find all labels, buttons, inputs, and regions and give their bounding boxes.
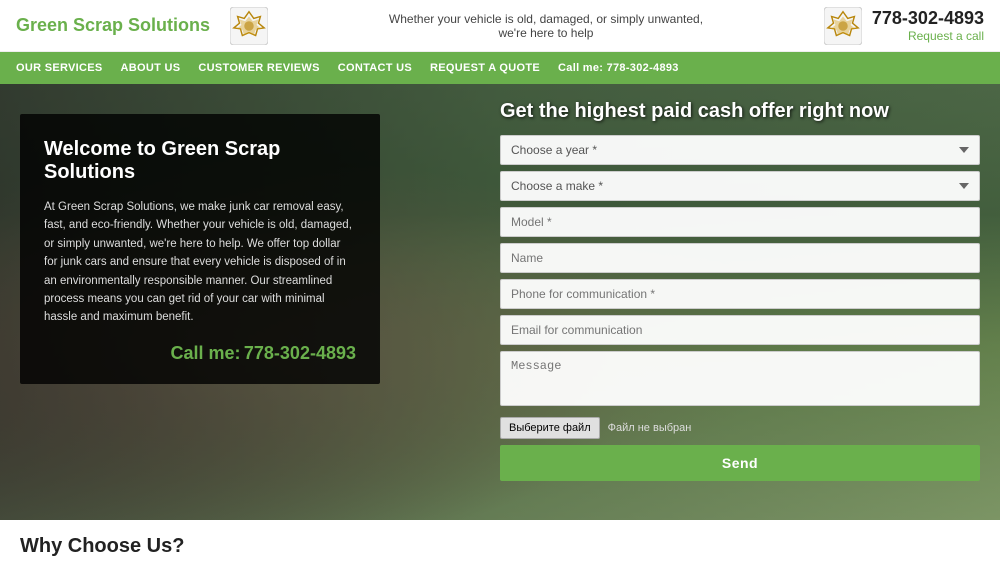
site-header: Green Scrap Solutions Whether your vehic… <box>0 0 1000 52</box>
header-tagline: Whether your vehicle is old, damaged, or… <box>278 12 814 40</box>
request-call-link[interactable]: Request a call <box>872 29 984 43</box>
nav-our-services[interactable]: OUR SERVICES <box>16 62 103 74</box>
header-phone-number: 778-302-4893 <box>872 8 984 29</box>
header-contact: 778-302-4893 Request a call <box>872 8 984 43</box>
model-input[interactable] <box>500 207 980 237</box>
welcome-call: Call me: 778-302-4893 <box>44 343 356 364</box>
year-select[interactable]: Choose a year * <box>500 135 980 165</box>
nav-about-us[interactable]: ABOUT US <box>121 62 181 74</box>
file-upload-row: Выберите файл Файл не выбран <box>500 417 980 439</box>
nav-customer-reviews[interactable]: CUSTOMER REVIEWS <box>198 62 319 74</box>
make-select[interactable]: Choose a make * <box>500 171 980 201</box>
quote-form: Choose a year * Choose a make * Выберите… <box>500 135 980 481</box>
why-choose-section: Why Choose Us? <box>0 520 1000 572</box>
hero-right-panel: Get the highest paid cash offer right no… <box>490 84 1000 520</box>
call-label: Call me: <box>171 343 241 363</box>
send-button[interactable]: Send <box>500 445 980 481</box>
hero-left-panel: Welcome to Green Scrap Solutions At Gree… <box>0 84 490 520</box>
site-logo: Green Scrap Solutions <box>16 15 210 36</box>
hero-content: Welcome to Green Scrap Solutions At Gree… <box>0 84 1000 520</box>
phone-input[interactable] <box>500 279 980 309</box>
hero-section: Welcome to Green Scrap Solutions At Gree… <box>0 84 1000 520</box>
welcome-box: Welcome to Green Scrap Solutions At Gree… <box>20 114 380 384</box>
name-input[interactable] <box>500 243 980 273</box>
file-choose-button[interactable]: Выберите файл <box>500 417 600 439</box>
file-name-label: Файл не выбран <box>608 422 692 434</box>
header-icon-left <box>230 7 268 45</box>
nav-request-quote[interactable]: REQUEST A QUOTE <box>430 62 540 74</box>
header-icon-right <box>824 7 862 45</box>
call-phone: 778-302-4893 <box>244 343 356 363</box>
message-input[interactable] <box>500 351 980 406</box>
nav-call-me[interactable]: Call me: 778-302-4893 <box>558 62 679 74</box>
email-input[interactable] <box>500 315 980 345</box>
form-title: Get the highest paid cash offer right no… <box>500 100 980 123</box>
welcome-title: Welcome to Green Scrap Solutions <box>44 138 356 184</box>
welcome-text: At Green Scrap Solutions, we make junk c… <box>44 198 356 327</box>
why-choose-title: Why Choose Us? <box>20 535 184 558</box>
main-nav: OUR SERVICES ABOUT US CUSTOMER REVIEWS C… <box>0 52 1000 84</box>
nav-contact-us[interactable]: CONTACT US <box>338 62 412 74</box>
